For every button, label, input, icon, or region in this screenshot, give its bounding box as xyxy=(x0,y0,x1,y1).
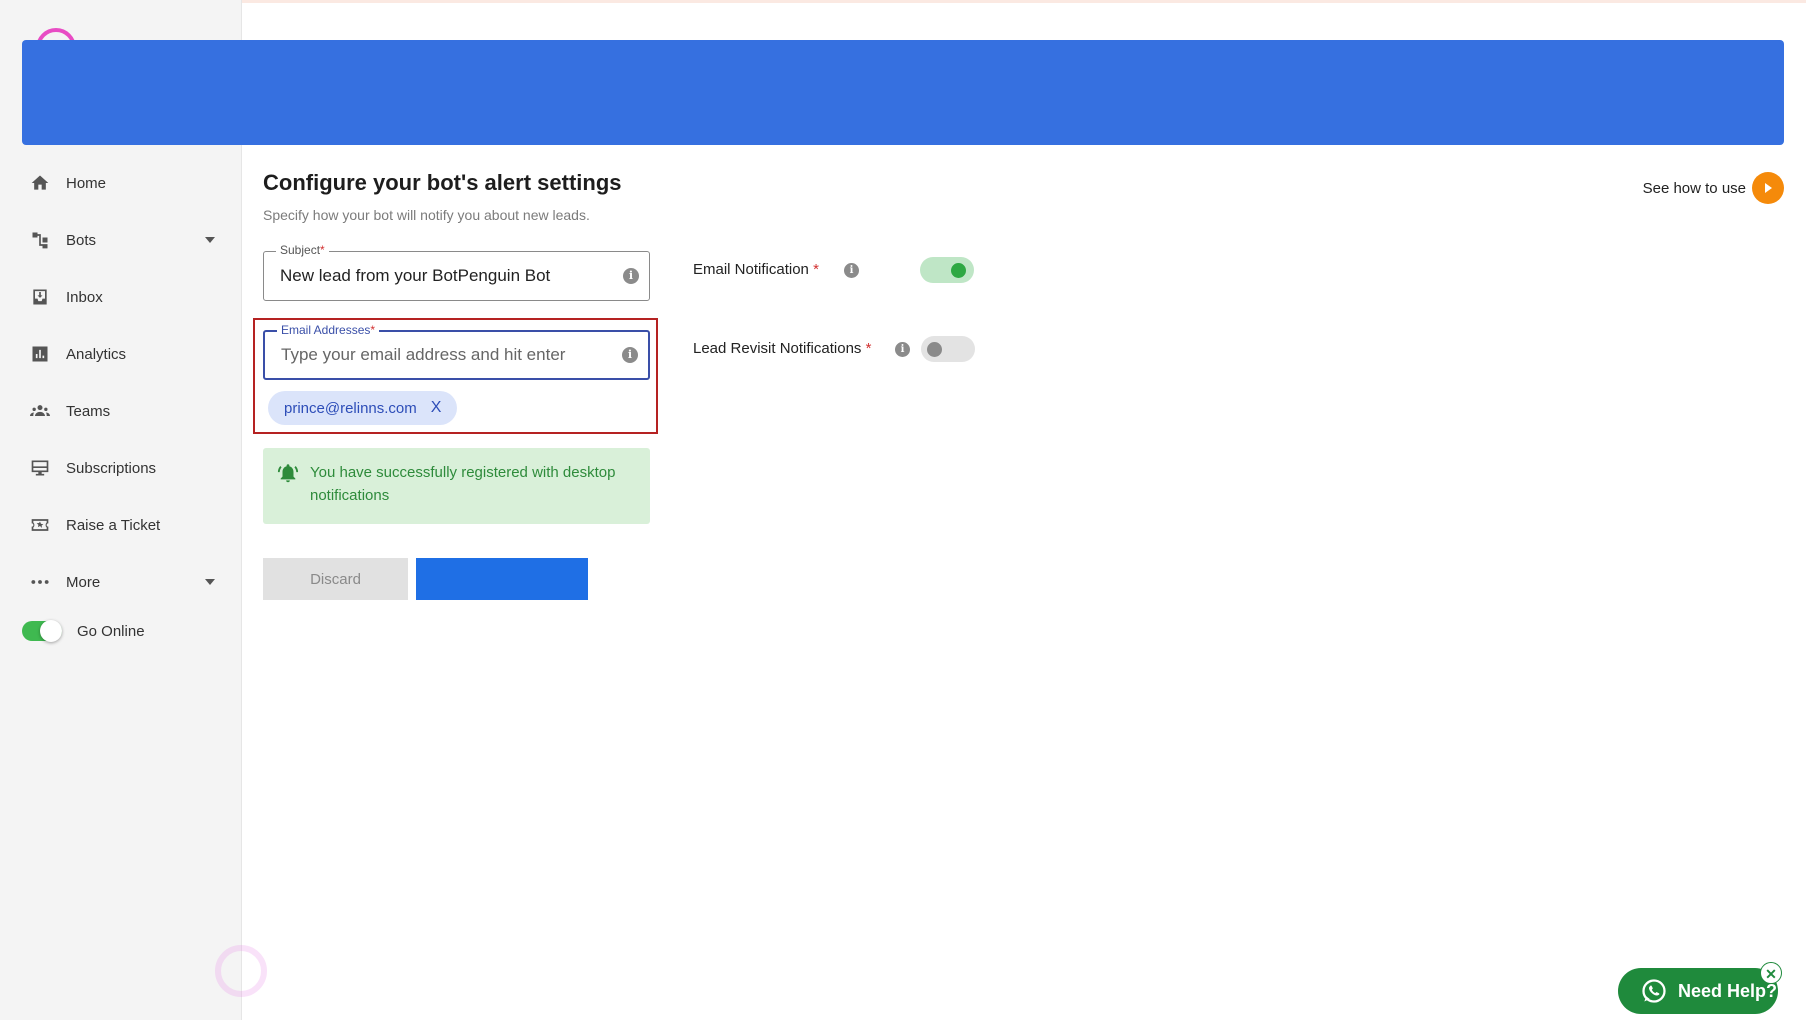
sidebar-item-label: Home xyxy=(66,174,107,192)
sidebar: Home Bots Inbox Analytics Teams Subscrip… xyxy=(0,0,242,1020)
teams-icon xyxy=(30,405,50,416)
email-chip: prince@relinns.com X xyxy=(268,391,458,425)
email-notification-toggle[interactable] xyxy=(920,257,974,283)
go-online-toggle[interactable] xyxy=(22,620,62,642)
sidebar-item-raise-ticket[interactable]: Raise a Ticket xyxy=(30,510,215,540)
top-accent-line xyxy=(0,0,1806,3)
close-icon[interactable]: ✕ xyxy=(1760,962,1782,984)
sidebar-item-label: Bots xyxy=(66,231,97,249)
chevron-down-icon[interactable] xyxy=(205,237,215,243)
sidebar-item-more[interactable]: More xyxy=(30,567,215,597)
sidebar-item-teams[interactable]: Teams xyxy=(30,396,215,426)
email-chip-text: prince@relinns.com xyxy=(284,399,417,417)
lead-revisit-toggle[interactable] xyxy=(921,336,975,362)
inbox-icon xyxy=(33,289,47,305)
need-help-label: Need Help? xyxy=(1678,980,1778,1001)
see-how-to-use-link[interactable]: See how to use xyxy=(1643,172,1784,204)
sidebar-item-analytics[interactable]: Analytics xyxy=(30,339,215,369)
info-icon[interactable]: i xyxy=(895,342,910,357)
email-input[interactable] xyxy=(281,332,611,378)
sidebar-item-label: Raise a Ticket xyxy=(66,516,161,534)
sidebar-item-label: Teams xyxy=(66,402,111,420)
chevron-down-icon[interactable] xyxy=(205,579,215,585)
sidebar-item-subscriptions[interactable]: Subscriptions xyxy=(30,453,215,483)
sidebar-item-bots[interactable]: Bots xyxy=(30,225,215,255)
required-mark: * xyxy=(865,340,872,357)
need-help-widget[interactable]: Need Help? ✕ xyxy=(1618,962,1782,1014)
remove-chip-button[interactable]: X xyxy=(431,399,442,417)
email-notification-label: Email Notification * xyxy=(693,261,819,278)
more-icon xyxy=(31,580,49,584)
info-icon[interactable]: i xyxy=(844,263,859,278)
bots-icon xyxy=(32,232,48,249)
success-message: You have successfully registered with de… xyxy=(310,464,616,504)
see-how-label: See how to use xyxy=(1642,179,1746,197)
toggle-knob xyxy=(927,342,942,357)
info-icon[interactable]: i xyxy=(622,347,638,363)
email-addresses-field[interactable]: Email Addresses* i xyxy=(263,323,650,380)
subject-input[interactable] xyxy=(280,252,610,300)
ticket-icon xyxy=(31,519,49,531)
email-notification-text: Email Notification xyxy=(693,261,809,278)
sidebar-item-home[interactable]: Home xyxy=(30,168,215,198)
sidebar-item-label: Inbox xyxy=(66,288,103,306)
go-online-label: Go Online xyxy=(77,622,145,640)
sidebar-item-label: More xyxy=(66,573,101,591)
lead-revisit-label: Lead Revisit Notifications * xyxy=(693,340,871,357)
sidebar-item-label: Subscriptions xyxy=(66,459,157,477)
page-title: Configure your bot's alert settings xyxy=(263,170,622,195)
sidebar-item-label: Analytics xyxy=(66,345,127,363)
page-subtitle: Specify how your bot will notify you abo… xyxy=(263,207,590,223)
go-online-toggle-row[interactable]: Go Online xyxy=(22,620,145,642)
required-mark: * xyxy=(813,261,819,278)
subscriptions-icon xyxy=(31,460,49,476)
discard-button[interactable]: Discard xyxy=(263,558,408,600)
info-icon[interactable]: i xyxy=(623,268,639,284)
header-banner xyxy=(22,40,1784,145)
play-icon[interactable] xyxy=(1752,172,1784,204)
analytics-icon xyxy=(32,346,48,362)
success-alert: You have successfully registered with de… xyxy=(263,448,650,524)
faint-logo-watermark xyxy=(215,945,267,997)
bell-icon xyxy=(277,464,299,483)
save-button[interactable] xyxy=(416,558,588,600)
lead-revisit-text: Lead Revisit Notifications xyxy=(693,340,862,357)
home-icon xyxy=(31,175,49,190)
toggle-knob xyxy=(951,263,966,278)
subject-field[interactable]: Subject* i xyxy=(263,243,650,301)
whatsapp-icon xyxy=(1642,979,1666,1003)
sidebar-item-inbox[interactable]: Inbox xyxy=(30,282,215,312)
